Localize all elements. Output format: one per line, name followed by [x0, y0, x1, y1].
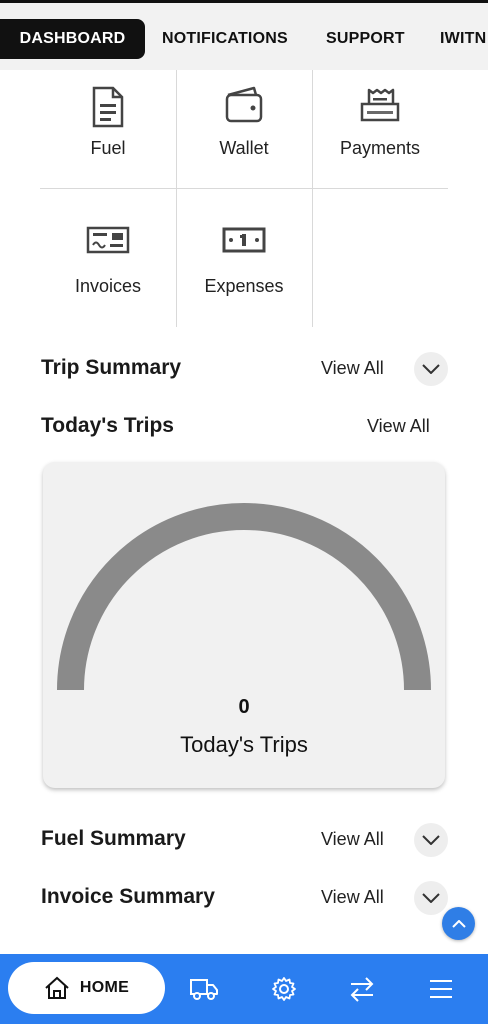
fuel-summary-expand-button[interactable] [414, 823, 448, 857]
quick-link-label: Fuel [90, 138, 126, 158]
todays-trips-card: 0 Today's Trips [43, 462, 445, 788]
nav-home-label: HOME [79, 979, 130, 996]
trips-gauge [57, 503, 431, 691]
home-icon [45, 976, 69, 999]
quick-link-wallet[interactable]: Wallet [176, 70, 312, 188]
quick-link-label: Invoices [74, 276, 142, 296]
quick-link-fuel[interactable]: Fuel [40, 70, 176, 188]
tab-iwitness[interactable]: IWITN [440, 19, 486, 59]
document-icon [40, 86, 176, 128]
gauge-label: Today's Trips [180, 732, 308, 757]
invoice-summary-view-all[interactable]: View All [321, 887, 384, 908]
swap-arrows-icon [350, 977, 374, 1002]
truck-icon [190, 979, 218, 1000]
cash-note-icon [176, 224, 312, 266]
quick-link-invoices[interactable]: Invoices [40, 208, 176, 326]
quick-link-payments[interactable]: Payments [312, 70, 448, 188]
top-tab-bar: DASHBOARD NOTIFICATIONS SUPPORT IWITN [0, 0, 488, 70]
tab-dashboard[interactable]: DASHBOARD [0, 19, 145, 59]
trip-summary-title: Trip Summary [41, 356, 182, 379]
quick-links-grid: Fuel Wallet Payments Invoices Expenses [40, 70, 448, 327]
scroll-to-top-button[interactable] [442, 907, 475, 940]
quick-link-label: Payments [339, 138, 421, 158]
fuel-summary-title: Fuel Summary [41, 827, 186, 850]
fuel-summary-view-all[interactable]: View All [321, 829, 384, 850]
quick-link-label: Expenses [204, 276, 284, 296]
tab-notifications[interactable]: NOTIFICATIONS [162, 19, 288, 59]
nav-settings-button[interactable] [268, 973, 300, 1005]
gauge-value: 0 [238, 696, 250, 718]
quick-link-expenses[interactable]: Expenses [176, 208, 312, 326]
receipt-icon [312, 86, 448, 128]
chevron-up-icon [451, 919, 466, 928]
invoice-summary-expand-button[interactable] [414, 881, 448, 915]
gear-icon [272, 977, 296, 1001]
grid-divider [40, 188, 448, 189]
nav-trips-button[interactable] [188, 973, 220, 1005]
todays-trips-title: Today's Trips [41, 414, 174, 437]
nav-home-button[interactable]: HOME [8, 962, 165, 1014]
nav-transfer-button[interactable] [346, 973, 378, 1005]
trip-summary-expand-button[interactable] [414, 352, 448, 386]
wallet-icon [176, 86, 312, 128]
nav-menu-button[interactable] [425, 973, 457, 1005]
quick-link-label: Wallet [219, 138, 269, 158]
chevron-down-icon [422, 364, 440, 374]
menu-icon [430, 980, 452, 998]
trip-summary-view-all[interactable]: View All [321, 358, 384, 379]
chevron-down-icon [422, 835, 440, 845]
invoice-summary-title: Invoice Summary [41, 885, 215, 908]
tab-support[interactable]: SUPPORT [326, 19, 405, 59]
invoice-card-icon [40, 224, 176, 266]
todays-trips-view-all[interactable]: View All [367, 416, 430, 437]
chevron-down-icon [422, 893, 440, 903]
bottom-nav-bar: HOME [0, 954, 488, 1024]
